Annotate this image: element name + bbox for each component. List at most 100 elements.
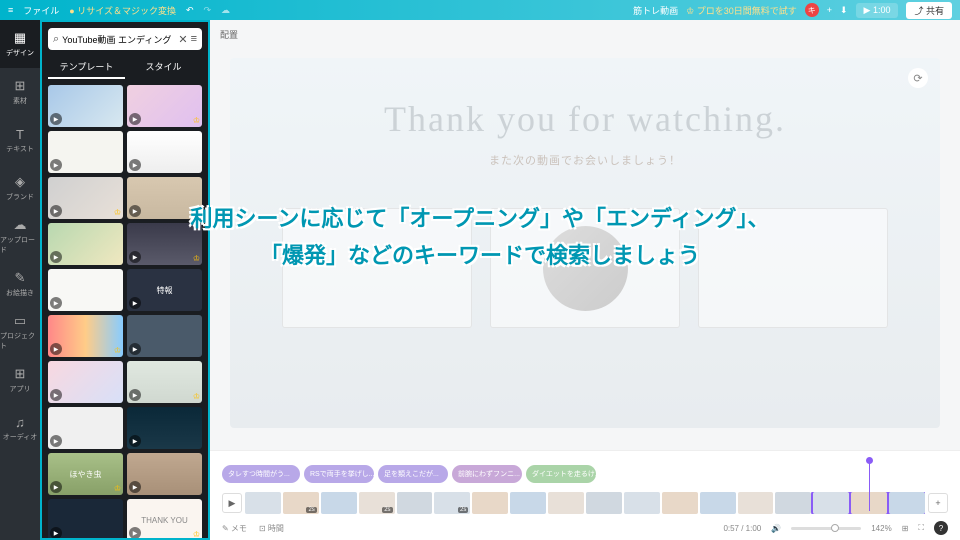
template-6[interactable]: ▶ (48, 223, 123, 265)
play-time[interactable]: ▶ 1:00 (856, 3, 899, 18)
frame-4[interactable] (397, 492, 433, 514)
play-icon: ▶ (129, 481, 141, 493)
frame-13[interactable] (738, 492, 774, 514)
frame-12[interactable] (700, 492, 736, 514)
search-input[interactable] (62, 34, 175, 44)
tab-styles[interactable]: スタイル (125, 56, 202, 79)
card-right[interactable] (698, 208, 888, 328)
nav-icon: ⊞ (12, 78, 28, 94)
template-2[interactable]: ▶ (48, 131, 123, 173)
template-7[interactable]: ▶♔ (127, 223, 202, 265)
download-icon[interactable]: ⬇ (840, 5, 848, 16)
memo-button[interactable]: ✎ メモ (222, 523, 247, 534)
clear-icon[interactable]: ✕ (178, 33, 187, 46)
template-3[interactable]: ▶ (127, 131, 202, 173)
template-5[interactable]: ▶ (127, 177, 202, 219)
undo-icon[interactable]: ↶ (186, 5, 194, 16)
template-9[interactable]: ▶特報 (127, 269, 202, 311)
template-15[interactable]: ▶ (127, 407, 202, 449)
nav-デザイン[interactable]: ▦デザイン (0, 20, 40, 68)
share-button[interactable]: ⤴ 共有 (906, 2, 952, 19)
full-icon[interactable]: ⛶ (918, 523, 924, 533)
search-bar: ⌕ ✕ ≡ (48, 28, 202, 50)
clip-1[interactable]: RSで両手を挙げし... (304, 465, 374, 483)
nav-素材[interactable]: ⊞素材 (0, 68, 40, 116)
refresh-icon[interactable]: ⟳ (908, 68, 928, 88)
redo-icon[interactable]: ↷ (204, 5, 212, 16)
trial-button[interactable]: ♔ プロを30日間無料で試す (686, 4, 797, 17)
nav-アップロード[interactable]: ☁アップロード (0, 212, 40, 260)
frame-8[interactable] (548, 492, 584, 514)
play-icon: ▶ (129, 159, 141, 171)
duration-button[interactable]: ⊡ 時間 (259, 523, 284, 534)
frame-9[interactable] (586, 492, 622, 514)
nav-icon: ✎ (12, 270, 28, 286)
play-icon: ▶ (50, 389, 62, 401)
template-11[interactable]: ▶ (127, 315, 202, 357)
frame-15[interactable] (813, 492, 849, 514)
clip-3[interactable]: 前腕にわずフンニ... (452, 465, 522, 483)
crown-icon: ♔ (114, 346, 121, 355)
vol-slider[interactable] (791, 527, 861, 530)
frame-5[interactable]: 2s (434, 492, 470, 514)
bottom-bar: ✎ メモ ⊡ 時間 0:57 / 1:00 🔊 142% ⊞ ⛶ ? (210, 517, 960, 539)
nav-ブランド[interactable]: ◈ブランド (0, 164, 40, 212)
play-icon: ▶ (50, 297, 62, 309)
canvas[interactable]: ⟳ Thank you for watching. また次の動画でお会いしましょ… (230, 58, 940, 428)
template-13[interactable]: ▶♔ (127, 361, 202, 403)
template-19[interactable]: ▶♔THANK YOU (127, 499, 202, 540)
play-button[interactable]: ▶ (222, 493, 242, 513)
play-icon: ▶ (50, 527, 62, 539)
template-4[interactable]: ▶♔ (48, 177, 123, 219)
add-frame[interactable]: + (928, 493, 948, 513)
template-12[interactable]: ▶ (48, 361, 123, 403)
frame-6[interactable] (472, 492, 508, 514)
frame-1[interactable]: 2s (283, 492, 319, 514)
frame-11[interactable] (662, 492, 698, 514)
frame-0[interactable] (245, 492, 281, 514)
frame-7[interactable] (510, 492, 546, 514)
nav-プロジェクト[interactable]: ▭プロジェクト (0, 308, 40, 356)
card-mid[interactable] (490, 208, 680, 328)
grid-icon[interactable]: ⊞ (902, 524, 909, 533)
nav-アプリ[interactable]: ⊞アプリ (0, 356, 40, 404)
frames[interactable]: 2s 2s 2s (245, 492, 925, 514)
frame-17[interactable] (889, 492, 925, 514)
nav-テキスト[interactable]: Tテキスト (0, 116, 40, 164)
tab-templates[interactable]: テンプレート (48, 56, 125, 79)
filter-icon[interactable]: ≡ (191, 33, 197, 45)
template-18[interactable]: ▶ (48, 499, 123, 540)
playhead[interactable] (869, 461, 870, 511)
template-14[interactable]: ▶ (48, 407, 123, 449)
play-icon: ▶ (50, 343, 62, 355)
card-left[interactable] (282, 208, 472, 328)
arrange-button[interactable]: 配置 (220, 28, 238, 41)
nav-オーディオ[interactable]: ♫オーディオ (0, 404, 40, 452)
template-1[interactable]: ▶♔ (127, 85, 202, 127)
clip-4[interactable]: ダイエットを走るけ... (526, 465, 596, 483)
frame-3[interactable]: 2s (359, 492, 395, 514)
track: ▶ 2s 2s 2s + (222, 489, 948, 517)
vol-icon[interactable]: 🔊 (771, 524, 781, 533)
play-icon: ▶ (129, 343, 141, 355)
topbar: ≡ ファイル ● リサイズ＆マジック変換 ↶ ↷ ☁ 筋トレ動画 ♔ プロを30… (0, 0, 960, 20)
template-0[interactable]: ▶ (48, 85, 123, 127)
file-menu[interactable]: ファイル (23, 4, 59, 17)
template-8[interactable]: ▶ (48, 269, 123, 311)
time-display: 0:57 / 1:00 (723, 524, 761, 533)
resize-button[interactable]: ● リサイズ＆マジック変換 (69, 4, 176, 17)
help-icon[interactable]: ? (934, 521, 948, 535)
doc-title[interactable]: 筋トレ動画 (633, 4, 678, 17)
clip-2[interactable]: 足を類えこだが... (378, 465, 448, 483)
frame-10[interactable] (624, 492, 660, 514)
menu-icon[interactable]: ≡ (8, 5, 13, 15)
clip-0[interactable]: タレすつ時間がう... (222, 465, 300, 483)
avatar[interactable]: キ (805, 3, 819, 17)
frame-14[interactable] (775, 492, 811, 514)
template-17[interactable]: ▶ (127, 453, 202, 495)
template-16[interactable]: ▶♔ほやき虫 (48, 453, 123, 495)
template-10[interactable]: ▶♔ (48, 315, 123, 357)
nav-お絵描き[interactable]: ✎お絵描き (0, 260, 40, 308)
add-button[interactable]: + (827, 5, 832, 15)
frame-2[interactable] (321, 492, 357, 514)
